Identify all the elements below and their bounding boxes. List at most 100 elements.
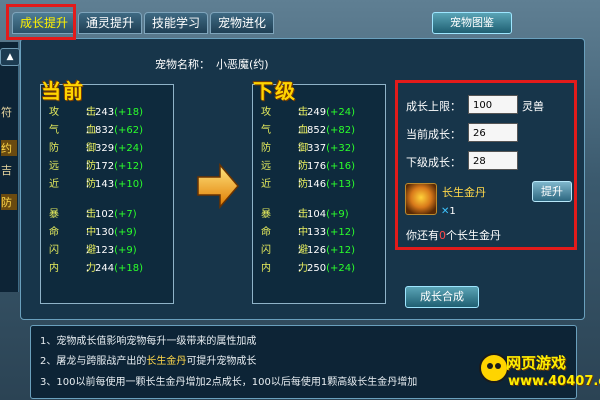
stat-row: 内 力：244(+18) — [49, 259, 143, 274]
stat-row: 远 防：172(+12) — [49, 157, 143, 172]
stat-value: 176 — [307, 161, 327, 172]
tab-evolution[interactable]: 宠物进化 — [210, 12, 274, 34]
stat-row: 近 防：146(+13) — [261, 175, 355, 190]
stat-value: 133 — [307, 227, 327, 238]
stat-value: 172 — [95, 161, 115, 172]
stat-label: 气 血 — [261, 125, 321, 136]
stat-value: 126 — [307, 245, 327, 256]
stat-colon: ： — [85, 209, 95, 220]
tab-spirit[interactable]: 通灵提升 — [78, 12, 142, 34]
remaining-elixir-text: 你还有0个长生金丹 — [406, 227, 501, 243]
growth-limit-field: 100 — [468, 95, 518, 114]
mascot-logo-icon — [479, 353, 509, 383]
stat-colon: ： — [85, 143, 95, 154]
stat-delta: (+9) — [114, 227, 137, 238]
stat-row: 防 御：329(+24) — [49, 139, 143, 154]
stat-value: 123 — [95, 245, 115, 256]
tab-highlight-box — [6, 4, 76, 40]
pet-name: 宠物名称： 小恶魔(约) — [155, 56, 269, 72]
stat-value: 244 — [95, 263, 115, 274]
note-2: 2、屠龙与跨服战产出的长生金丹可提升宠物成长 — [40, 352, 256, 367]
stat-row: 气 血：852(+82) — [261, 121, 355, 136]
stat-delta: (+12) — [114, 161, 143, 172]
stat-row: 防 御：337(+32) — [261, 139, 355, 154]
stat-label: 攻 击 — [261, 107, 321, 118]
stat-colon: ： — [297, 179, 307, 190]
stat-row: 命 中：133(+12) — [261, 223, 355, 238]
tab-skills[interactable]: 技能学习 — [144, 12, 208, 34]
stat-value: 250 — [307, 263, 327, 274]
stat-value: 243 — [95, 107, 115, 118]
stat-delta: (+9) — [326, 209, 349, 220]
next-stats-title: 下级 — [253, 79, 297, 103]
stat-row: 暴 击：104(+9) — [261, 205, 349, 220]
stat-row: 闪 避：123(+9) — [49, 241, 137, 256]
stat-delta: (+18) — [114, 107, 143, 118]
stat-delta: (+62) — [114, 125, 143, 136]
stat-colon: ： — [85, 179, 95, 190]
stat-value: 143 — [95, 179, 115, 190]
left-scroll-button[interactable]: ▲ — [0, 48, 20, 66]
stat-label: 防 御 — [49, 143, 109, 154]
stat-colon: ： — [297, 245, 307, 256]
stat-row: 暴 击：102(+7) — [49, 205, 137, 220]
stat-colon: ： — [85, 125, 95, 136]
note-2-item: 长生金丹 — [146, 356, 187, 367]
stat-value: 130 — [95, 227, 115, 238]
stat-label: 暴 击 — [49, 209, 109, 220]
stat-colon: ： — [85, 161, 95, 172]
stat-label: 命 中 — [49, 227, 109, 238]
growth-next-label: 下级成长： — [406, 156, 461, 169]
remain-prefix: 你还有 — [406, 229, 439, 242]
left-strip-char: 吉 — [1, 164, 12, 177]
pet-atlas-button[interactable]: 宠物图鉴 — [432, 12, 512, 34]
stat-row: 内 力：250(+24) — [261, 259, 355, 274]
stat-colon: ： — [297, 263, 307, 274]
stat-colon: ： — [297, 125, 307, 136]
left-strip-char[interactable]: 防 — [1, 194, 17, 210]
stat-value: 832 — [95, 125, 115, 136]
stat-colon: ： — [297, 107, 307, 118]
elixir-item-icon[interactable] — [405, 183, 437, 215]
stat-colon: ： — [85, 227, 95, 238]
stat-delta: (+16) — [326, 161, 355, 172]
stat-row: 气 血：832(+62) — [49, 121, 143, 136]
elixir-quantity-value: 1 — [449, 206, 456, 217]
left-side-strip: 符 约 吉 防 — [0, 42, 19, 292]
stat-delta: (+12) — [326, 245, 355, 256]
stat-colon: ： — [85, 263, 95, 274]
elixir-item-quantity: ✕1 — [441, 206, 456, 217]
watermark-title: 网页游戏 — [506, 354, 567, 372]
current-stats-title: 当前 — [41, 79, 85, 103]
left-strip-char[interactable]: 约 — [1, 140, 17, 156]
stat-delta: (+32) — [326, 143, 355, 154]
note-2-a: 2、屠龙与跨服战产出的 — [40, 356, 147, 367]
watermark-url: www.40407.com — [508, 374, 600, 389]
stat-delta: (+18) — [114, 263, 143, 274]
current-stats-box: 当前 攻 击：243(+18) 气 血：832(+62) 防 御：329(+24) 远… — [40, 79, 174, 304]
arrow-right-icon — [197, 163, 239, 209]
stat-label: 近 防 — [49, 179, 109, 190]
upgrade-button[interactable]: 提升 — [532, 181, 572, 202]
stat-delta: (+24) — [326, 107, 355, 118]
stat-delta: (+12) — [326, 227, 355, 238]
stat-label: 闪 避 — [261, 245, 321, 256]
stat-colon: ： — [297, 227, 307, 238]
growth-current-label: 当前成长： — [406, 128, 461, 141]
stat-row: 命 中：130(+9) — [49, 223, 137, 238]
stat-value: 104 — [307, 209, 327, 220]
stat-label: 闪 避 — [49, 245, 109, 256]
stat-colon: ： — [297, 161, 307, 172]
stat-colon: ： — [85, 107, 95, 118]
pet-name-label: 宠物名称： — [155, 58, 210, 71]
stat-label: 内 力 — [49, 263, 109, 274]
stat-delta: (+10) — [114, 179, 143, 190]
stat-colon: ： — [85, 245, 95, 256]
left-strip-char: 符 — [1, 106, 12, 119]
growth-synthesis-button[interactable]: 成长合成 — [405, 286, 479, 308]
stat-row: 攻 击：243(+18) — [49, 103, 143, 118]
note-1: 1、宠物成长值影响宠物每升一级带来的属性加成 — [40, 336, 257, 347]
stat-label: 远 防 — [49, 161, 109, 172]
note-2-c: 可提升宠物成长 — [186, 356, 257, 367]
growth-limit-unit: 灵兽 — [522, 100, 544, 113]
